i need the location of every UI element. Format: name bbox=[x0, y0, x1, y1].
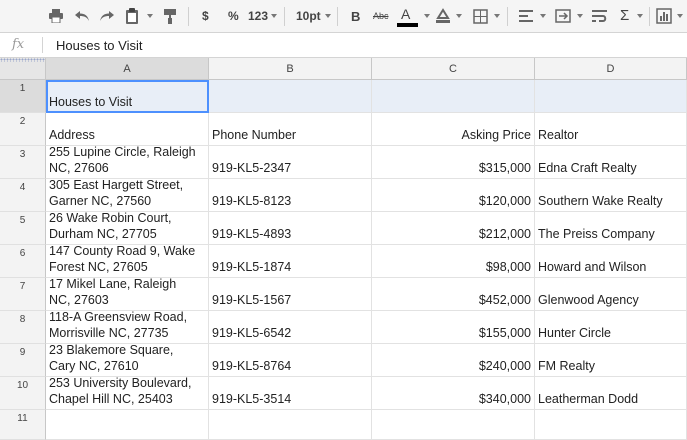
text-wrap-icon[interactable] bbox=[589, 6, 609, 26]
toolbar-separator bbox=[649, 7, 650, 26]
cell-d9[interactable]: FM Realty bbox=[535, 344, 687, 377]
strikethrough-button[interactable]: Abc bbox=[373, 11, 389, 21]
cell-b2[interactable]: Phone Number bbox=[209, 113, 372, 146]
insert-chart-icon[interactable] bbox=[654, 6, 674, 26]
row-header[interactable]: 3 bbox=[0, 146, 46, 179]
cell-a2[interactable]: Address bbox=[46, 113, 209, 146]
toolbar-separator bbox=[284, 7, 285, 26]
row-header[interactable]: 7 bbox=[0, 278, 46, 311]
functions-button[interactable]: Σ bbox=[620, 7, 629, 24]
bold-button[interactable]: B bbox=[351, 9, 360, 24]
cell-d3[interactable]: Edna Craft Realty bbox=[535, 146, 687, 179]
cell-d10[interactable]: Leatherman Dodd bbox=[535, 377, 687, 410]
cell-d4[interactable]: Southern Wake Realty bbox=[535, 179, 687, 212]
toolbar-separator bbox=[507, 7, 508, 26]
clipboard-icon[interactable] bbox=[122, 6, 142, 26]
cell-a1[interactable]: Houses to Visit bbox=[46, 80, 209, 113]
cell-b7[interactable]: 919-KL5-1567 bbox=[209, 278, 372, 311]
clipboard-dropdown-caret[interactable] bbox=[147, 14, 153, 18]
toolbar-separator bbox=[337, 7, 338, 26]
fill-color-caret[interactable] bbox=[456, 14, 462, 18]
cell-c7[interactable]: $452,000 bbox=[372, 278, 535, 311]
text-color-swatch bbox=[397, 23, 418, 27]
row-header[interactable]: 8 bbox=[0, 311, 46, 344]
cell-c2[interactable]: Asking Price bbox=[372, 113, 535, 146]
cell-a3[interactable]: 255 Lupine Circle, Raleigh NC, 27606 bbox=[46, 146, 209, 179]
cell-b1[interactable] bbox=[209, 80, 372, 113]
freeze-rows-handle[interactable] bbox=[0, 58, 45, 62]
fx-icon: fx bbox=[12, 37, 25, 52]
cell-a9[interactable]: 23 Blakemore Square, Cary NC, 27610 bbox=[46, 344, 209, 377]
borders-icon[interactable] bbox=[470, 6, 490, 26]
undo-icon[interactable] bbox=[72, 6, 92, 26]
cell-a8[interactable]: 118-A Greensview Road, Morrisville NC, 2… bbox=[46, 311, 209, 344]
cell-c3[interactable]: $315,000 bbox=[372, 146, 535, 179]
cell-c6[interactable]: $98,000 bbox=[372, 245, 535, 278]
cell-b5[interactable]: 919-KL5-4893 bbox=[209, 212, 372, 245]
borders-caret[interactable] bbox=[494, 14, 500, 18]
align-caret[interactable] bbox=[540, 14, 546, 18]
cell-d1[interactable] bbox=[535, 80, 687, 113]
cell-d2[interactable]: Realtor bbox=[535, 113, 687, 146]
row-header[interactable]: 4 bbox=[0, 179, 46, 212]
chart-caret[interactable] bbox=[677, 14, 683, 18]
currency-format-button[interactable]: $ bbox=[202, 9, 209, 23]
cell-b8[interactable]: 919-KL5-6542 bbox=[209, 311, 372, 344]
row-header[interactable]: 9 bbox=[0, 344, 46, 377]
toolbar: $ % 123 10pt B Abc A Σ bbox=[0, 0, 687, 33]
cell-b4[interactable]: 919-KL5-8123 bbox=[209, 179, 372, 212]
select-all-corner[interactable] bbox=[0, 58, 46, 80]
formula-bar: fx Houses to Visit bbox=[0, 33, 687, 58]
number-format-button[interactable]: 123 bbox=[248, 9, 268, 23]
column-header-b[interactable]: B bbox=[209, 58, 372, 80]
percent-format-button[interactable]: % bbox=[228, 9, 239, 23]
cell-b3[interactable]: 919-KL5-2347 bbox=[209, 146, 372, 179]
font-size-caret[interactable] bbox=[325, 14, 331, 18]
toolbar-separator bbox=[188, 7, 189, 26]
row-header[interactable]: 5 bbox=[0, 212, 46, 245]
formula-input[interactable]: Houses to Visit bbox=[56, 38, 142, 53]
cell-a5[interactable]: 26 Wake Robin Court, Durham NC, 27705 bbox=[46, 212, 209, 245]
functions-caret[interactable] bbox=[637, 14, 643, 18]
print-icon[interactable] bbox=[46, 6, 66, 26]
fill-color-icon[interactable] bbox=[433, 6, 453, 26]
number-format-caret[interactable] bbox=[271, 14, 277, 18]
cell-c10[interactable]: $340,000 bbox=[372, 377, 535, 410]
cell-b6[interactable]: 919-KL5-1874 bbox=[209, 245, 372, 278]
row-header[interactable]: 1 bbox=[0, 80, 46, 113]
formula-separator bbox=[42, 37, 43, 53]
cell-b9[interactable]: 919-KL5-8764 bbox=[209, 344, 372, 377]
text-color-caret[interactable] bbox=[424, 14, 430, 18]
column-header-a[interactable]: A bbox=[46, 58, 209, 80]
column-header-d[interactable]: D bbox=[535, 58, 687, 80]
text-color-button[interactable]: A bbox=[401, 6, 410, 22]
cell-c1[interactable] bbox=[372, 80, 535, 113]
paint-format-icon[interactable] bbox=[160, 6, 180, 26]
row-header[interactable]: 6 bbox=[0, 245, 46, 278]
row-header[interactable]: 10 bbox=[0, 377, 46, 410]
cell-a7[interactable]: 17 Mikel Lane, Raleigh NC, 27603 bbox=[46, 278, 209, 311]
column-header-c[interactable]: C bbox=[372, 58, 535, 80]
cell-d6[interactable]: Howard and Wilson bbox=[535, 245, 687, 278]
cell-a4[interactable]: 305 East Hargett Street, Garner NC, 2756… bbox=[46, 179, 209, 212]
redo-icon[interactable] bbox=[97, 6, 117, 26]
cell-a6[interactable]: 147 County Road 9, Wake Forest NC, 27605 bbox=[46, 245, 209, 278]
spreadsheet-grid: A B C D 1 Houses to Visit 2 Address Phone Number… bbox=[0, 58, 687, 440]
merge-cells-icon[interactable] bbox=[553, 6, 573, 26]
cell-c4[interactable]: $120,000 bbox=[372, 179, 535, 212]
row-header[interactable]: 2 bbox=[0, 113, 46, 146]
merge-caret[interactable] bbox=[577, 14, 583, 18]
font-size-select[interactable]: 10pt bbox=[296, 9, 321, 23]
cell-c5[interactable]: $212,000 bbox=[372, 212, 535, 245]
cell-d8[interactable]: Hunter Circle bbox=[535, 311, 687, 344]
cell-d7[interactable]: Glenwood Agency bbox=[535, 278, 687, 311]
cell-c9[interactable]: $240,000 bbox=[372, 344, 535, 377]
cell-a10[interactable]: 253 University Boulevard, Chapel Hill NC… bbox=[46, 377, 209, 410]
cell-d5[interactable]: The Preiss Company bbox=[535, 212, 687, 245]
cell-b10[interactable]: 919-KL5-3514 bbox=[209, 377, 372, 410]
align-left-icon[interactable] bbox=[516, 6, 536, 26]
cell-c8[interactable]: $155,000 bbox=[372, 311, 535, 344]
